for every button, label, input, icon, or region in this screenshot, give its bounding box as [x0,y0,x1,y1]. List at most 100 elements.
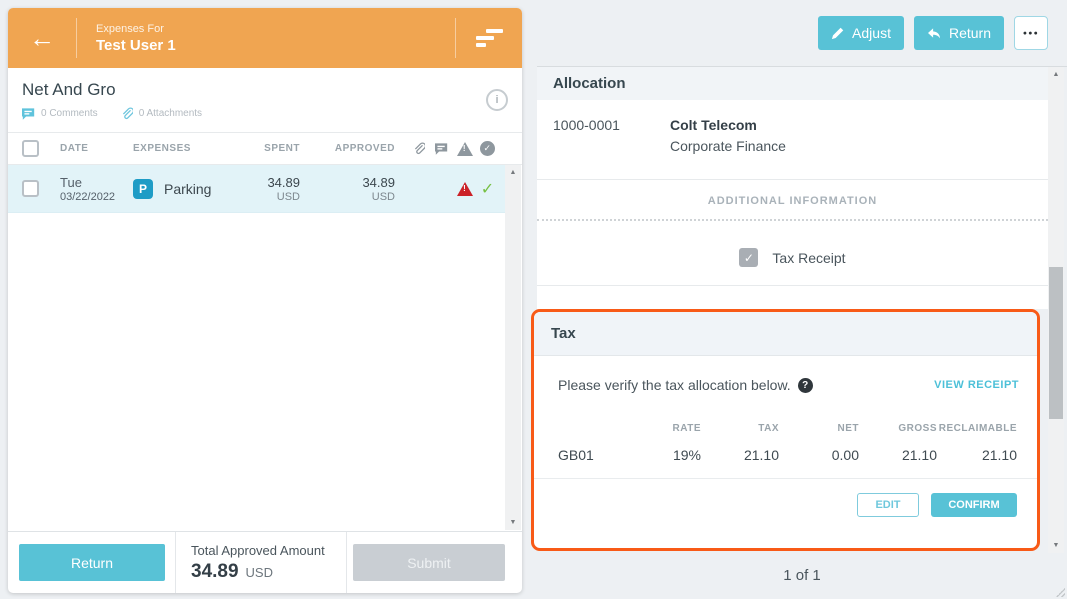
tax-column-net: NET [779,423,859,434]
expenses-header: ← Expenses For Test User 1 [8,8,522,68]
column-approved[interactable]: APPROVED [300,143,395,154]
expense-name: Parking [164,181,211,197]
total-approved-label: Total Approved Amount [191,543,346,558]
tax-verify-row: Please verify the tax allocation below. … [534,356,1037,393]
tax-rate-value: 19% [623,447,701,463]
report-meta: 0 Comments 0 Attachments [22,107,522,120]
resize-grip-icon[interactable] [1055,587,1065,597]
return-expense-button[interactable]: Return [914,16,1004,50]
scroll-up-arrow[interactable]: ▲ [1048,67,1064,82]
expense-table-header: DATE EXPENSES SPENT APPROVED ! ✓ [8,132,522,165]
sort-button[interactable] [456,8,522,68]
attachments-count[interactable]: 0 Attachments [139,108,202,119]
tax-net-value: 0.00 [779,447,859,463]
column-expenses[interactable]: EXPENSES [133,143,230,154]
allocation-department: Corporate Finance [670,138,786,154]
detail-panel: Adjust Return ●●● Allocation 1000-0001 C… [530,0,1067,599]
tax-table-header: RATE TAX NET GROSS RECLAIMABLE [534,423,1037,434]
allocation-code: 1000-0001 [553,117,670,179]
back-arrow-icon: ← [29,23,55,54]
section-spacer [537,286,1048,309]
total-approved-block: Total Approved Amount 34.89 USD [176,543,346,583]
tax-column-rate: RATE [623,423,701,434]
allocation-company: Colt Telecom [670,117,786,133]
paperclip-icon [120,107,133,120]
tax-receipt-label: Tax Receipt [772,250,845,266]
tax-actions: EDIT CONFIRM [534,479,1037,517]
tax-code: GB01 [534,447,623,463]
footer-divider [346,532,347,593]
comments-icon [22,108,35,120]
info-icon: i [495,94,498,106]
tax-tax-value: 21.10 [701,447,779,463]
scroll-down-arrow[interactable]: ▼ [1048,538,1064,553]
additional-information-label: ADDITIONAL INFORMATION [537,195,1048,207]
tax-table-row: GB01 19% 21.10 0.00 21.10 21.10 [534,447,1037,463]
row-status-icons: ! ✓ [411,179,495,199]
column-date[interactable]: DATE [60,143,133,154]
right-scrollbar[interactable]: ▲ ▼ [1048,67,1064,553]
allocation-row[interactable]: 1000-0001 Colt Telecom Corporate Finance [537,100,1048,179]
detail-toolbar: Adjust Return ●●● [530,0,1067,66]
tax-column-tax: TAX [701,423,779,434]
more-actions-button[interactable]: ●●● [1014,16,1048,50]
left-scrollbar[interactable]: ▲ ▼ [505,165,521,530]
warning-icon[interactable]: ! [457,182,472,196]
tax-receipt-row: ✓ Tax Receipt [537,248,1048,267]
header-user-name: Test User 1 [96,37,455,54]
pagination: 1 of 1 [537,554,1067,584]
row-spent: 34.89 USD [230,175,300,203]
tax-column-reclaimable: RECLAIMABLE [937,423,1017,434]
report-header: Net And Gro 0 Comments 0 Attachments i [8,68,522,132]
attachments-column-icon[interactable] [411,142,426,155]
view-receipt-link[interactable]: VIEW RECEIPT [934,379,1019,391]
tax-receipt-checkbox[interactable]: ✓ [739,248,758,267]
tax-section-header: Tax [534,312,1037,356]
pencil-icon [831,26,845,40]
sort-icon [476,26,503,50]
edit-button[interactable]: EDIT [857,493,919,517]
parking-category-icon: P [133,179,153,199]
submit-button[interactable]: Submit [353,544,505,581]
allocation-section-header: Allocation [537,67,1048,100]
confirm-button[interactable]: CONFIRM [931,493,1017,517]
report-footer: Return Total Approved Amount 34.89 USD S… [8,531,522,593]
tax-section-highlighted: Tax Please verify the tax allocation bel… [531,309,1040,551]
header-divider [76,18,77,58]
select-all-checkbox[interactable] [22,140,39,157]
allocation-detail: Colt Telecom Corporate Finance [670,117,786,179]
expenses-panel: ← Expenses For Test User 1 Net And Gro 0… [8,8,522,593]
tax-instruction: Please verify the tax allocation below. [558,377,791,393]
ellipsis-icon: ●●● [1023,29,1039,36]
scroll-up-arrow[interactable]: ▲ [505,165,521,180]
row-checkbox[interactable] [22,180,39,197]
report-name: Net And Gro [22,80,522,100]
row-date: Tue 03/22/2022 [60,175,133,203]
header-subtitle: Expenses For [96,23,455,35]
total-approved-amount: 34.89 [191,561,239,583]
scroll-down-arrow[interactable]: ▼ [505,515,521,530]
column-spent[interactable]: SPENT [230,143,300,154]
scrollbar-thumb[interactable] [1049,267,1063,419]
dotted-divider [537,219,1048,221]
back-button[interactable]: ← [8,8,76,68]
allocation-title: Allocation [553,75,626,92]
column-icons: ! ✓ [411,141,495,156]
warning-column-icon[interactable]: ! [457,142,472,156]
header-titles: Expenses For Test User 1 [96,23,455,54]
row-approved: 34.89 USD [300,175,395,203]
tax-column-gross: GROSS [859,423,937,434]
total-approved-currency: USD [246,565,273,580]
approved-column-icon[interactable]: ✓ [480,141,495,156]
help-icon[interactable]: ? [798,378,813,393]
row-expense: P Parking [133,179,230,199]
approved-check-icon: ✓ [480,179,495,199]
reply-arrow-icon [927,27,942,40]
adjust-button[interactable]: Adjust [818,16,904,50]
comments-column-icon[interactable] [434,143,449,155]
return-report-button[interactable]: Return [19,544,165,581]
comments-count[interactable]: 0 Comments [41,108,98,119]
additional-information-section: ADDITIONAL INFORMATION ✓ Tax Receipt [537,179,1048,286]
info-button[interactable]: i [486,89,508,111]
expense-row[interactable]: Tue 03/22/2022 P Parking 34.89 USD 34.89… [8,165,505,213]
